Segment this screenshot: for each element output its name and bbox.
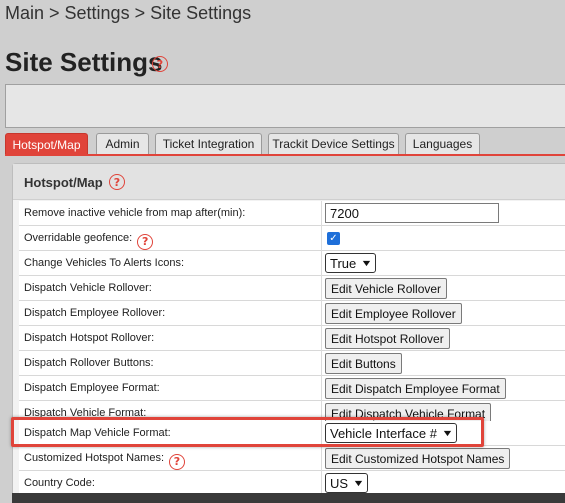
edit-employee-rollover-button[interactable]: Edit Employee Rollover: [325, 303, 462, 324]
page-title: Site Settings: [5, 47, 163, 77]
column-divider: [321, 301, 322, 326]
column-divider: [321, 226, 322, 251]
setting-label: Dispatch Employee Rollover:: [24, 307, 166, 319]
column-divider: [321, 421, 322, 446]
inactive-minutes-input[interactable]: [325, 203, 499, 223]
setting-label: Dispatch Vehicle Format:: [24, 407, 147, 419]
settings-panel: Hotspot/Map ? Remove inactive vehicle fr…: [12, 163, 565, 503]
country-code-select[interactable]: US ▼: [325, 473, 368, 493]
edit-buttons-button[interactable]: Edit Buttons: [325, 353, 402, 374]
tab-ticket-integration[interactable]: Ticket Integration: [155, 133, 262, 154]
setting-row-rollover-buttons: Dispatch Rollover Buttons: Edit Buttons: [19, 351, 565, 376]
help-icon[interactable]: ?: [137, 233, 154, 250]
setting-label: Dispatch Vehicle Rollover:: [24, 282, 152, 294]
column-divider: [321, 326, 322, 351]
bottom-bar: [12, 493, 565, 503]
panel-header: Hotspot/Map ?: [13, 164, 565, 200]
column-divider: [321, 201, 322, 226]
setting-row-vehicle-rollover: Dispatch Vehicle Rollover: Edit Vehicle …: [19, 276, 565, 301]
setting-label: Country Code:: [24, 477, 95, 489]
select-value: US: [330, 475, 349, 491]
tab-languages[interactable]: Languages: [405, 133, 480, 154]
setting-label: Remove inactive vehicle from map after(m…: [24, 207, 246, 219]
setting-label: Dispatch Employee Format:: [24, 382, 160, 394]
alert-icons-select[interactable]: True ▼: [325, 253, 377, 273]
tab-underline: [5, 154, 565, 156]
setting-label: Dispatch Map Vehicle Format:: [24, 427, 171, 439]
tab-admin[interactable]: Admin: [96, 133, 149, 154]
map-vehicle-format-select[interactable]: Vehicle Interface # ▼: [325, 423, 457, 443]
setting-row-hotspot-rollover: Dispatch Hotspot Rollover: Edit Hotspot …: [19, 326, 565, 351]
info-banner: [5, 84, 565, 128]
column-divider: [321, 446, 322, 471]
help-icon[interactable]: ?: [169, 453, 185, 470]
column-divider: [321, 251, 322, 276]
tab-trackit-device-settings[interactable]: Trackit Device Settings: [268, 133, 399, 154]
setting-label: Overridable geofence:?: [24, 232, 154, 250]
edit-hotspot-names-button[interactable]: Edit Customized Hotspot Names: [325, 448, 511, 469]
setting-row-map-vehicle-format: Dispatch Map Vehicle Format: Vehicle Int…: [19, 421, 565, 446]
setting-row-employee-format: Dispatch Employee Format: Edit Dispatch …: [19, 376, 565, 401]
panel-title: Hotspot/Map: [24, 175, 103, 190]
chevron-down-icon: ▼: [360, 258, 373, 268]
setting-label-text: Customized Hotspot Names:: [24, 452, 164, 464]
column-divider: [321, 276, 322, 301]
setting-row-overridable-geofence: Overridable geofence:? ✓: [19, 226, 565, 251]
column-divider: [321, 351, 322, 376]
column-divider: [321, 376, 322, 401]
help-icon[interactable]: ?: [152, 56, 168, 72]
setting-label: Dispatch Hotspot Rollover:: [24, 332, 155, 344]
setting-row-employee-rollover: Dispatch Employee Rollover: Edit Employe…: [19, 301, 565, 326]
setting-label: Change Vehicles To Alerts Icons:: [24, 257, 185, 269]
setting-label: Dispatch Rollover Buttons:: [24, 357, 154, 369]
setting-row-alert-icons: Change Vehicles To Alerts Icons: True ▼: [19, 251, 565, 276]
select-value: Vehicle Interface #: [330, 425, 437, 441]
tab-hotspot-map[interactable]: Hotspot/Map: [5, 133, 88, 155]
select-value: True: [330, 255, 357, 271]
setting-row-hotspot-names: Customized Hotspot Names:? Edit Customiz…: [19, 446, 565, 471]
chevron-down-icon: ▼: [352, 478, 365, 488]
overridable-geofence-checkbox[interactable]: ✓: [327, 232, 340, 245]
help-icon[interactable]: ?: [109, 174, 125, 190]
setting-row-inactive-vehicle: Remove inactive vehicle from map after(m…: [19, 201, 565, 226]
edit-hotspot-rollover-button[interactable]: Edit Hotspot Rollover: [325, 328, 450, 349]
chevron-down-icon: ▼: [441, 428, 454, 438]
edit-vehicle-rollover-button[interactable]: Edit Vehicle Rollover: [325, 278, 448, 299]
setting-label: Customized Hotspot Names:?: [24, 452, 185, 470]
setting-label-text: Overridable geofence:: [24, 232, 133, 244]
edit-employee-format-button[interactable]: Edit Dispatch Employee Format: [325, 378, 506, 399]
breadcrumb: Main > Settings > Site Settings: [5, 3, 252, 23]
